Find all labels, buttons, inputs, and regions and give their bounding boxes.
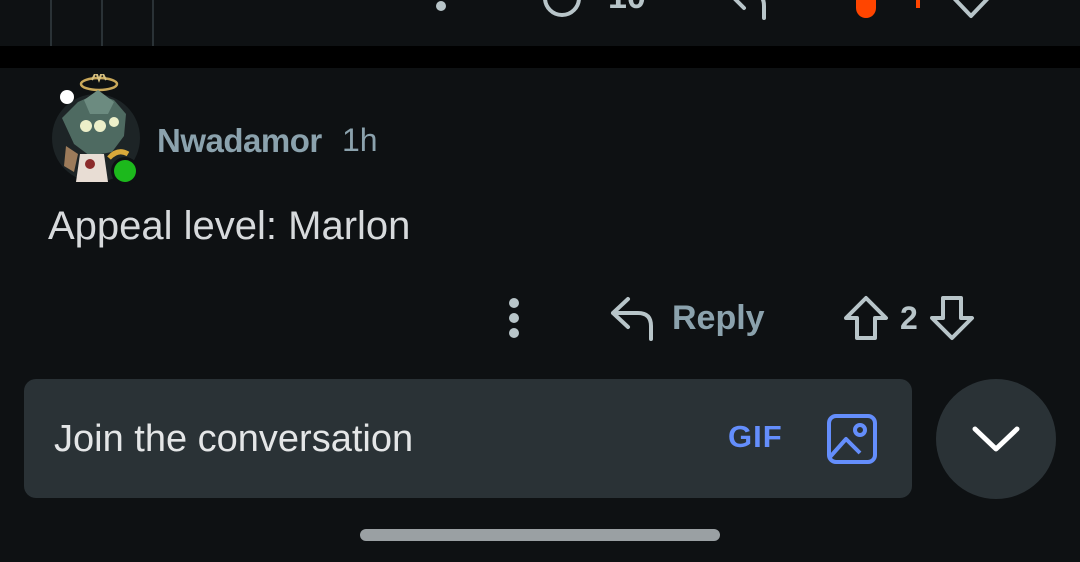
downvote-arrow-icon[interactable] bbox=[928, 294, 976, 342]
comment-body: Appeal level: Marlon bbox=[48, 204, 411, 248]
chevron-down-icon bbox=[972, 426, 1020, 452]
reply-arrow-icon[interactable] bbox=[726, 0, 770, 22]
thread-line bbox=[101, 0, 103, 46]
avatar[interactable] bbox=[52, 74, 144, 186]
collapse-button[interactable] bbox=[936, 379, 1056, 499]
thread-line bbox=[152, 0, 154, 46]
previous-vote-count: 10 bbox=[608, 0, 646, 17]
reply-button[interactable]: Reply bbox=[608, 290, 765, 346]
previous-comment-actions: 10 bbox=[0, 0, 1080, 46]
more-vertical-icon bbox=[509, 298, 519, 338]
upvote-active-icon[interactable] bbox=[856, 0, 876, 18]
comment-input[interactable] bbox=[54, 409, 654, 469]
thread-line bbox=[50, 0, 52, 46]
comment-actions: Reply 2 bbox=[0, 286, 1080, 350]
comment-composer[interactable]: GIF bbox=[24, 379, 912, 498]
online-status-dot bbox=[114, 160, 136, 182]
vote-count: 2 bbox=[900, 299, 918, 336]
downvote-arrow-icon[interactable] bbox=[946, 0, 996, 22]
home-indicator[interactable] bbox=[360, 529, 720, 541]
comment-divider bbox=[0, 46, 1080, 68]
gif-button[interactable]: GIF bbox=[728, 419, 783, 455]
comment-thread-screen: 10 Nwadamor 1h Appeal level: Marlon bbox=[0, 0, 1080, 562]
vote-count-mark bbox=[916, 0, 920, 8]
comment-timestamp: 1h bbox=[342, 122, 378, 158]
more-options-button[interactable] bbox=[494, 292, 534, 344]
award-icon[interactable] bbox=[540, 0, 584, 20]
image-icon[interactable] bbox=[826, 413, 878, 465]
vote-controls: 2 bbox=[842, 292, 976, 344]
reply-label: Reply bbox=[672, 298, 765, 337]
reply-arrow-icon bbox=[611, 297, 653, 341]
comment-author[interactable]: Nwadamor bbox=[157, 122, 322, 160]
upvote-arrow-icon[interactable] bbox=[842, 294, 890, 342]
more-vertical-icon[interactable] bbox=[434, 0, 448, 18]
